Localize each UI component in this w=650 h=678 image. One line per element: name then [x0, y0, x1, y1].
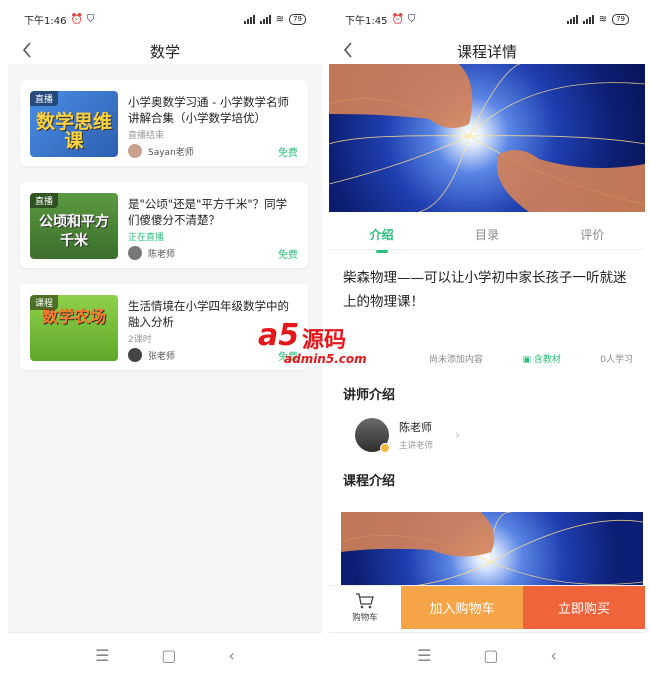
teacher-name: 陈老师 — [399, 421, 432, 434]
material-badge: ▣ 含教材 — [522, 355, 561, 365]
wifi-icon: ≋ — [598, 13, 608, 25]
cart-button[interactable]: 购物车 — [329, 586, 401, 629]
course-thumbnail: 直播 公顷和平方千米 — [30, 193, 118, 259]
course-tag: 课程 — [30, 295, 59, 310]
teacher-name: 张老师 — [148, 351, 176, 362]
course-card[interactable]: 直播 数学思维课 小学奥数学习通 - 小学数学名师讲解合集（小学数学培优） 直播… — [20, 80, 308, 166]
tab-catalog[interactable]: 目录 — [475, 220, 499, 249]
intro-section-heading: 课程介绍 — [343, 474, 396, 489]
home-icon[interactable]: ▢ — [483, 646, 498, 665]
add-to-cart-button[interactable]: 加入购物车 — [401, 586, 523, 629]
system-nav-bar: ☰ ▢ ‹ — [329, 632, 645, 678]
teacher-info: 陈老师 — [128, 246, 175, 260]
teacher-role: 主讲老师 — [399, 441, 434, 451]
course-thumbnail: 直播 数学思维课 — [30, 91, 118, 157]
tab-intro[interactable]: 介绍 — [370, 220, 394, 253]
course-card[interactable]: 课程 数学农场 生活情境在小学四年级数学中的融入分析 2课时 张老师 免费 — [20, 284, 308, 370]
teacher-name: Sayan老师 — [148, 147, 194, 158]
tab-reviews[interactable]: 评价 — [580, 220, 604, 249]
wifi-icon: ≋ — [275, 13, 285, 25]
menu-icon[interactable]: ☰ — [95, 646, 109, 665]
signal-icon-2 — [582, 14, 594, 24]
course-banner-image — [329, 64, 645, 212]
course-meta: 尚未添加内容 ▣ 含教材 0人学习 — [429, 352, 633, 365]
teacher-info: 张老师 — [128, 348, 175, 362]
right-screen: 下午1:45 ⏰ ⛉ ≋ 79 课程详情 介绍 目录 评价 柴森物理——可以让小… — [329, 0, 645, 678]
course-title: 是"公顷"还是"平方千米"？同学们傻傻分不清楚？ — [128, 197, 288, 227]
light-rays-illustration — [329, 64, 645, 212]
battery-icon: 79 — [289, 13, 306, 25]
teacher-section-heading: 讲师介绍 — [343, 388, 396, 403]
course-list: 直播 数学思维课 小学奥数学习通 - 小学数学名师讲解合集（小学数学培优） 直播… — [8, 64, 322, 370]
buy-now-button[interactable]: 立即购买 — [523, 586, 645, 629]
back-arrow-icon[interactable] — [339, 40, 359, 60]
status-bar: 下午1:45 ⏰ ⛉ ≋ 79 — [329, 0, 645, 38]
course-card[interactable]: 直播 公顷和平方千米 是"公顷"还是"平方千米"？同学们傻傻分不清楚？ 正在直播… — [20, 182, 308, 268]
nav-bar: 课程详情 — [329, 38, 645, 64]
signal-icon-2 — [259, 14, 271, 24]
price-label: 免费 — [278, 250, 298, 261]
page-title: 课程详情 — [456, 42, 517, 61]
course-title: 柴森物理——可以让小学初中家长孩子一听就迷上的物理课！ — [343, 270, 627, 310]
shield-icon: ⛉ — [407, 13, 416, 25]
thumbnail-text: 数学思维课 — [35, 111, 112, 152]
shield-icon: ⛉ — [86, 13, 95, 25]
learner-count: 0人学习 — [600, 355, 633, 365]
back-icon[interactable]: ‹ — [229, 646, 235, 665]
course-tag: 直播 — [30, 193, 59, 208]
thumbnail-text: 公顷和平方千米 — [39, 214, 109, 249]
avatar — [128, 144, 142, 158]
chevron-right-icon: › — [455, 428, 460, 442]
course-status: 2课时 — [128, 335, 152, 345]
system-nav-bar: ☰ ▢ ‹ — [8, 632, 322, 678]
menu-icon[interactable]: ☰ — [417, 646, 431, 665]
avatar — [128, 246, 142, 260]
course-thumbnail: 课程 数学农场 — [30, 295, 118, 361]
alarm-icon: ⏰ — [70, 13, 83, 25]
light-rays-illustration — [341, 512, 643, 588]
purchase-bar: 购物车 加入购物车 立即购买 — [329, 585, 645, 629]
teacher-info: Sayan老师 — [128, 144, 194, 158]
left-screen: 下午1:46 ⏰ ⛉ ≋ 79 数学 直播 数学思维课 小学奥数学习通 - 小学… — [8, 0, 322, 678]
status-bar: 下午1:46 ⏰ ⛉ ≋ 79 — [8, 0, 322, 38]
avatar — [355, 418, 390, 453]
alarm-icon: ⏰ — [391, 13, 404, 25]
course-tag: 直播 — [30, 91, 59, 106]
teacher-name: 陈老师 — [148, 249, 176, 260]
course-status: 直播结束 — [128, 131, 165, 141]
back-icon[interactable]: ‹ — [551, 646, 557, 665]
price-label: 免费 — [278, 352, 298, 363]
cart-icon — [356, 592, 374, 608]
cart-label: 购物车 — [352, 612, 378, 623]
signal-icon — [243, 14, 255, 24]
back-arrow-icon[interactable] — [18, 40, 38, 60]
nav-bar: 数学 — [8, 38, 322, 64]
teacher-profile[interactable]: 陈老师 主讲老师 › — [355, 418, 460, 453]
course-status: 正在直播 — [128, 233, 165, 243]
status-time: 下午1:45 — [345, 15, 388, 27]
course-title: 小学奥数学习通 - 小学数学名师讲解合集（小学数学培优） — [128, 95, 289, 125]
course-title: 生活情境在小学四年级数学中的融入分析 — [128, 299, 289, 329]
home-icon[interactable]: ▢ — [161, 646, 176, 665]
page-title: 数学 — [149, 42, 180, 61]
signal-icon — [566, 14, 578, 24]
intro-image — [341, 512, 643, 588]
status-time: 下午1:46 — [24, 15, 67, 27]
detail-tabs: 介绍 目录 评价 — [329, 220, 645, 253]
price-label: 免费 — [278, 148, 298, 159]
battery-icon: 79 — [612, 13, 629, 25]
content-status: 尚未添加内容 — [429, 355, 484, 365]
verified-badge-icon — [380, 443, 390, 453]
avatar — [128, 348, 142, 362]
